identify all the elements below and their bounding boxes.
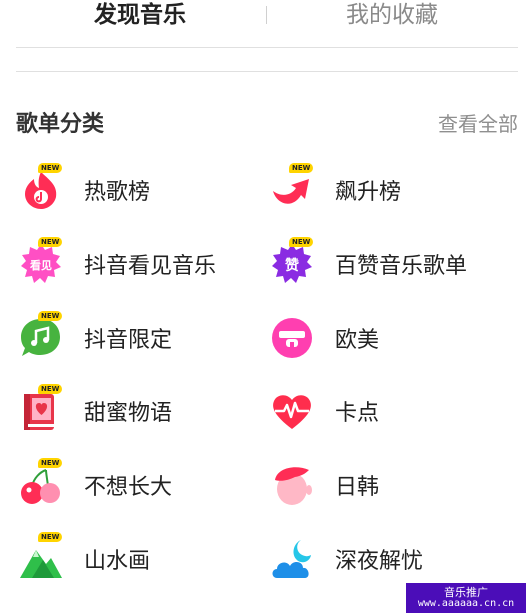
category-item-western[interactable]: 欧美 xyxy=(271,314,379,362)
tab-discover-music[interactable]: 发现音乐 xyxy=(94,0,186,30)
heart-book-icon: NEW xyxy=(20,384,63,432)
category-item-japan-korea[interactable]: 日韩 xyxy=(271,461,379,509)
new-badge: NEW xyxy=(38,311,63,321)
category-item-beat[interactable]: 卡点 xyxy=(271,387,379,435)
face-hair-icon xyxy=(271,464,313,506)
category-label: 抖音限定 xyxy=(84,328,173,353)
rising-arrow-icon: NEW xyxy=(271,163,314,211)
category-item-landscape[interactable]: NEW 山水画 xyxy=(20,532,151,583)
category-label: 卡点 xyxy=(335,401,380,426)
watermark-banner: 音乐推广 www.aaaaaa.cn.cn xyxy=(406,583,526,613)
category-item-douyin-limited[interactable]: NEW 抖音限定 xyxy=(20,311,173,362)
category-item-late-night[interactable]: 深夜解忧 xyxy=(271,535,423,583)
category-label: 热歌榜 xyxy=(84,180,151,205)
mountain-icon: NEW xyxy=(20,532,63,580)
category-item-sweet-story[interactable]: NEW 甜蜜物语 xyxy=(20,384,173,435)
heartbeat-icon xyxy=(271,390,313,432)
watermark-url: www.aaaaaa.cn.cn xyxy=(417,598,515,609)
flame-icon: NEW xyxy=(20,163,63,211)
moon-cloud-icon xyxy=(271,538,313,580)
category-label: 日韩 xyxy=(335,475,380,500)
category-label: 抖音看见音乐 xyxy=(84,254,217,279)
divider-top xyxy=(16,47,518,48)
section-title: 歌单分类 xyxy=(16,112,105,137)
new-badge: NEW xyxy=(38,384,63,394)
view-all-link[interactable]: 查看全部 xyxy=(438,108,518,137)
category-item-hot-songs[interactable]: NEW 热歌榜 xyxy=(20,163,151,214)
category-label: 深夜解忧 xyxy=(335,549,424,574)
tab-divider xyxy=(266,6,267,24)
category-label: 飙升榜 xyxy=(335,180,402,205)
starburst-kanjian-icon: 看见 NEW xyxy=(20,237,63,285)
category-item-never-grow-up[interactable]: NEW 不想长大 xyxy=(20,458,173,509)
category-label: 山水画 xyxy=(84,549,151,574)
cherry-icon: NEW xyxy=(20,458,63,506)
new-badge: NEW xyxy=(289,163,314,173)
divider-bottom xyxy=(16,71,518,72)
starburst-zan-icon: 赞 NEW xyxy=(271,237,314,285)
svg-text:赞: 赞 xyxy=(284,257,299,274)
tab-my-collection[interactable]: 我的收藏 xyxy=(346,0,438,30)
top-tab-bar: 发现音乐 我的收藏 xyxy=(0,0,526,34)
category-label: 百赞音乐歌单 xyxy=(335,254,468,279)
new-badge: NEW xyxy=(38,163,63,173)
category-item-douyin-kanjian[interactable]: 看见 NEW 抖音看见音乐 xyxy=(20,237,217,288)
category-label: 不想长大 xyxy=(84,475,173,500)
new-badge: NEW xyxy=(38,237,63,247)
category-item-baizan[interactable]: 赞 NEW 百赞音乐歌单 xyxy=(271,237,468,288)
new-badge: NEW xyxy=(38,532,63,542)
new-badge: NEW xyxy=(38,458,63,468)
sunglasses-face-icon xyxy=(271,317,313,359)
new-badge: NEW xyxy=(289,237,314,247)
category-label: 欧美 xyxy=(335,328,380,353)
category-label: 甜蜜物语 xyxy=(84,401,173,426)
svg-text:看见: 看见 xyxy=(30,258,52,272)
music-note-bubble-icon: NEW xyxy=(20,311,63,359)
category-item-rising[interactable]: NEW 飙升榜 xyxy=(271,163,402,214)
